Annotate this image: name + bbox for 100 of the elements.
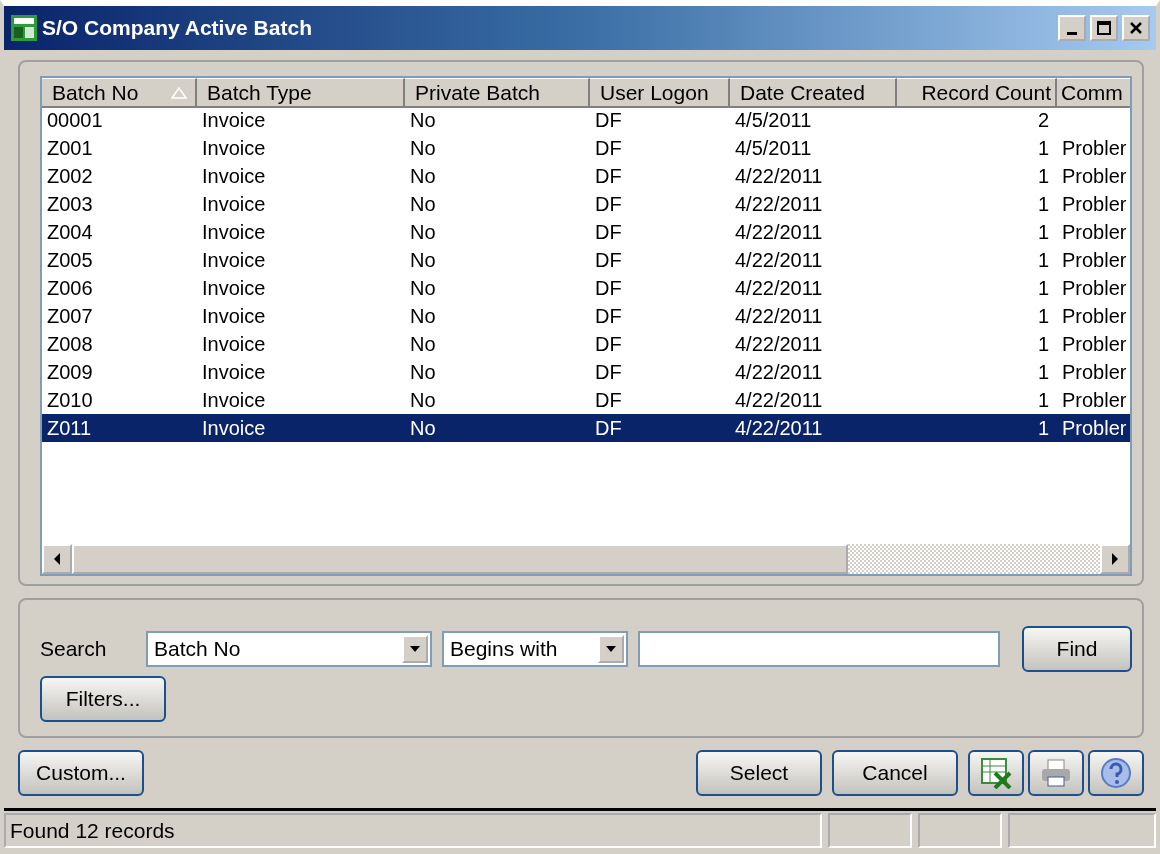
table-cell-text: 1 <box>1036 304 1050 329</box>
status-message: Found 12 records <box>10 818 175 843</box>
cancel-button[interactable]: Cancel <box>832 750 958 796</box>
table-cell-text: 4/22/2011 <box>734 276 824 301</box>
table-cell-text: No <box>409 276 437 301</box>
select-button[interactable]: Select <box>696 750 822 796</box>
maximize-icon <box>1097 21 1111 35</box>
table-cell-text: 4/22/2011 <box>734 164 824 189</box>
table-cell: Probler <box>1057 414 1130 442</box>
table-cell-text: No <box>409 192 437 217</box>
table-cell-text: 1 <box>1036 192 1050 217</box>
search-label: Search <box>40 637 108 661</box>
table-cell-text: Probler <box>1061 304 1128 329</box>
table-cell-text: Invoice <box>201 220 267 245</box>
table-cell-text: Probler <box>1061 248 1128 273</box>
table-cell-text: Probler <box>1061 332 1128 357</box>
table-cell-text: Invoice <box>201 332 267 357</box>
column-header[interactable]: Record Count <box>897 78 1057 108</box>
close-button[interactable] <box>1122 15 1150 41</box>
search-input[interactable] <box>638 631 1000 667</box>
table-cell-text: Z007 <box>46 304 94 329</box>
table-cell-text: Probler <box>1061 164 1128 189</box>
minimize-icon <box>1067 31 1077 35</box>
minimize-button[interactable] <box>1058 15 1086 41</box>
custom-button[interactable]: Custom... <box>18 750 144 796</box>
table-cell-text: Z004 <box>46 220 94 245</box>
table-cell-text: DF <box>594 248 623 273</box>
scroll-right-icon <box>1110 553 1120 565</box>
table-cell: Z011 <box>42 414 197 442</box>
table-cell-text: 4/22/2011 <box>734 332 824 357</box>
table-cell-text: Z003 <box>46 192 94 217</box>
search-field-dropdown[interactable]: Batch No <box>146 631 432 667</box>
table-cell-text: 4/5/2011 <box>734 108 813 133</box>
window-title: S/O Company Active Batch <box>42 16 313 40</box>
table-cell-text: Probler <box>1061 276 1128 301</box>
column-header[interactable]: Batch No <box>42 78 197 108</box>
table-cell-text: Invoice <box>201 248 267 273</box>
table-cell-text: DF <box>594 276 623 301</box>
column-header[interactable]: Date Created <box>730 78 897 108</box>
export-button[interactable] <box>968 750 1024 796</box>
horizontal-scrollbar[interactable] <box>42 544 1130 574</box>
table-cell-text: Probler <box>1061 192 1128 217</box>
table-cell-text: No <box>409 360 437 385</box>
table-cell-text: 2 <box>1036 108 1050 133</box>
table-cell-text: Probler <box>1061 360 1128 385</box>
table-cell-text: Invoice <box>201 108 267 133</box>
table-cell-text: No <box>409 248 437 273</box>
table-cell-text: DF <box>594 164 623 189</box>
operator-dropdown[interactable]: Begins with <box>442 631 628 667</box>
column-header[interactable]: Comm <box>1057 78 1130 108</box>
column-header[interactable]: Batch Type <box>197 78 405 108</box>
print-button[interactable] <box>1028 750 1084 796</box>
table-cell-text: 1 <box>1036 220 1050 245</box>
table-cell-text: Probler <box>1061 388 1128 413</box>
table-cell-text: DF <box>594 332 623 357</box>
table-cell-text: Probler <box>1061 220 1128 245</box>
table-cell-text: No <box>409 332 437 357</box>
table-cell-text: 1 <box>1036 332 1050 357</box>
column-header[interactable]: Private Batch <box>405 78 590 108</box>
table-cell-text: 1 <box>1036 276 1050 301</box>
table-cell-text: Invoice <box>201 304 267 329</box>
maximize-button[interactable] <box>1090 15 1118 41</box>
table-cell: 1 <box>897 414 1057 442</box>
spreadsheet-icon <box>980 757 1012 789</box>
table-cell-text: 4/22/2011 <box>734 388 824 413</box>
find-button[interactable]: Find <box>1022 626 1132 672</box>
table-cell-text: DF <box>594 108 623 133</box>
table-cell-text: Z002 <box>46 164 94 189</box>
table-cell-text: No <box>409 220 437 245</box>
table-cell-text: 4/22/2011 <box>734 304 824 329</box>
scroll-left-icon <box>52 553 62 565</box>
table-cell-text: No <box>409 136 437 161</box>
table-cell-text: Z005 <box>46 248 94 273</box>
table-cell-text: DF <box>594 388 623 413</box>
table-cell-text: Invoice <box>201 388 267 413</box>
table-cell-text: Z008 <box>46 332 94 357</box>
table-cell-text: 1 <box>1036 248 1050 273</box>
help-button[interactable] <box>1088 750 1144 796</box>
table-cell-text: Z009 <box>46 360 94 385</box>
table-cell-text: DF <box>594 220 623 245</box>
table-cell-text: DF <box>594 360 623 385</box>
table-cell-text: DF <box>594 304 623 329</box>
table-cell-text: No <box>409 164 437 189</box>
printer-icon <box>1040 758 1072 788</box>
filters-button[interactable]: Filters... <box>40 676 166 722</box>
table-cell-text: No <box>409 388 437 413</box>
table-cell: Invoice <box>197 414 405 442</box>
table-cell-text: DF <box>594 136 623 161</box>
table-cell-text: DF <box>594 192 623 217</box>
table-cell-text: 4/5/2011 <box>734 136 813 161</box>
column-header[interactable]: User Logon <box>590 78 730 108</box>
table-cell-text: Z010 <box>46 388 94 413</box>
table-cell-text: Z006 <box>46 276 94 301</box>
table-cell-text: No <box>409 304 437 329</box>
table-cell-text: 4/22/2011 <box>734 220 824 245</box>
table-cell-text: No <box>409 108 437 133</box>
table-cell-text: Invoice <box>201 276 267 301</box>
table-cell-text: Probler <box>1061 136 1128 161</box>
table-cell: DF <box>590 414 730 442</box>
table-cell-text: 00001 <box>46 108 104 133</box>
